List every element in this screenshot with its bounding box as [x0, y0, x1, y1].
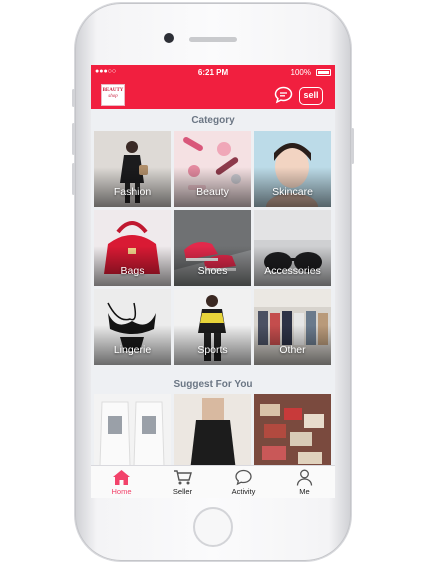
- tab-home[interactable]: Home: [91, 466, 152, 498]
- power-button: [351, 128, 354, 164]
- suggest-title: Suggest For You: [173, 379, 253, 390]
- tab-label: Activity: [231, 487, 256, 496]
- category-label: Bags: [120, 265, 145, 277]
- tab-bar: Home Seller Activity Me: [91, 465, 335, 498]
- front-camera: [164, 33, 174, 43]
- category-tile-bags[interactable]: Bags: [94, 210, 171, 286]
- volume-down-button: [72, 163, 75, 195]
- tab-label: Me: [299, 487, 310, 496]
- category-tile-sports[interactable]: Sports: [174, 289, 251, 365]
- suggest-photo: [254, 394, 331, 471]
- category-label: Other: [279, 344, 306, 356]
- suggest-photo: [94, 394, 171, 471]
- app-screen: ●●●○○ 6:21 PM 100% BEAUTY shop sell Cate…: [91, 65, 335, 498]
- tab-label: Seller: [172, 487, 193, 496]
- category-tile-lingerie[interactable]: Lingerie: [94, 289, 171, 365]
- home-button[interactable]: [193, 507, 233, 547]
- category-label: Shoes: [197, 265, 228, 277]
- category-label: Lingerie: [113, 344, 152, 356]
- shop-logo[interactable]: BEAUTY shop: [101, 84, 125, 106]
- category-tile-beauty[interactable]: Beauty: [174, 131, 251, 207]
- category-label: Beauty: [196, 186, 229, 198]
- category-tile-accessories[interactable]: Accessories: [254, 210, 331, 286]
- suggest-photo: [174, 394, 251, 471]
- logo-subtext: shop: [108, 94, 118, 99]
- tab-label: Home: [111, 487, 132, 496]
- category-label: Fashion: [113, 186, 152, 198]
- chat-icon: [235, 469, 252, 486]
- category-tile-fashion[interactable]: Fashion: [94, 131, 171, 207]
- home-icon: [113, 470, 130, 485]
- suggest-item[interactable]: [254, 394, 331, 471]
- category-label: Accessories: [264, 265, 321, 277]
- earpiece-speaker: [189, 37, 237, 42]
- tab-seller[interactable]: Seller: [152, 466, 213, 498]
- volume-up-button: [72, 123, 75, 155]
- sell-button[interactable]: sell: [299, 87, 323, 105]
- battery-percent: 100%: [290, 68, 311, 77]
- battery-icon: [316, 69, 331, 76]
- suggest-item[interactable]: [94, 394, 171, 471]
- category-tile-skincare[interactable]: Skincare: [254, 131, 331, 207]
- category-label: Skincare: [272, 186, 313, 198]
- category-tile-other[interactable]: Other: [254, 289, 331, 365]
- tab-activity[interactable]: Activity: [213, 466, 274, 498]
- app-header: BEAUTY shop sell: [91, 81, 335, 109]
- cart-icon: [174, 470, 192, 485]
- status-bar: ●●●○○ 6:21 PM 100%: [91, 65, 335, 81]
- category-tile-shoes[interactable]: Shoes: [174, 210, 251, 286]
- tab-me[interactable]: Me: [274, 466, 335, 498]
- person-icon: [296, 469, 313, 486]
- mute-switch: [72, 89, 75, 107]
- category-title: Category: [191, 115, 235, 126]
- chat-bubble-icon[interactable]: [274, 86, 293, 105]
- category-label: Sports: [197, 344, 228, 356]
- suggest-item[interactable]: [174, 394, 251, 471]
- main-content: Category Fashion Beauty Skincare Bags Sh…: [91, 109, 335, 471]
